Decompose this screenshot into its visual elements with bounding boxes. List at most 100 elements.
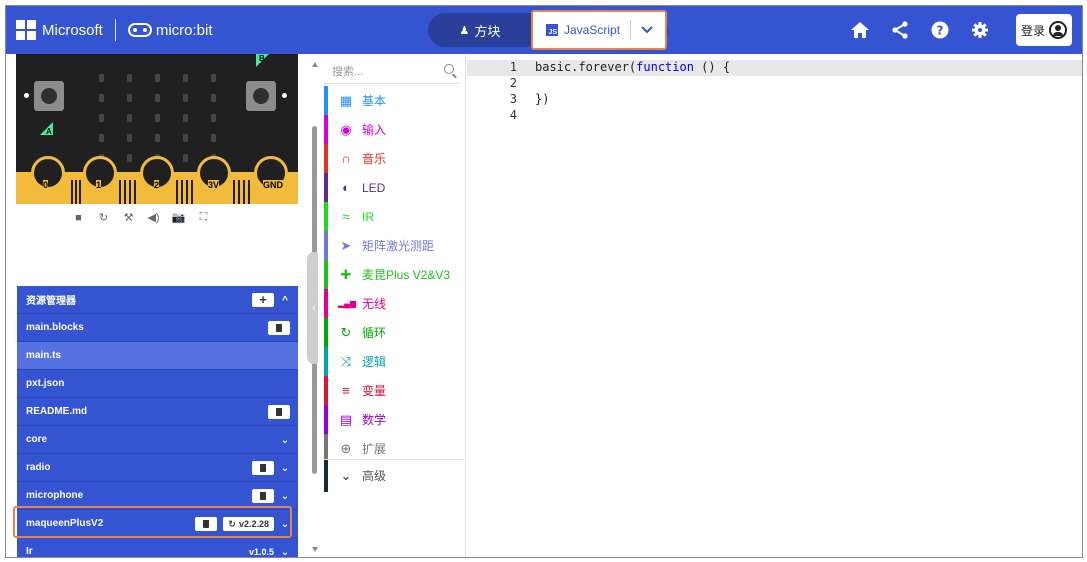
trash-icon[interactable] <box>195 517 218 531</box>
help-button[interactable]: ? <box>920 6 960 54</box>
trash-icon[interactable] <box>252 489 274 503</box>
explorer-header[interactable]: 资源管理器 + ^ <box>17 286 298 314</box>
chevron-up-icon[interactable]: ^ <box>280 295 290 306</box>
package-row[interactable]: maqueenPlusV2 ↻ v2.2.28 ⌄ <box>17 510 298 538</box>
file-name: main.ts <box>26 350 62 361</box>
toolbox-category[interactable]: ∩ 音乐 <box>324 144 466 173</box>
file-row[interactable]: main.ts <box>17 342 298 370</box>
button-a[interactable] <box>34 81 64 111</box>
chevron-down-icon[interactable]: ⌄ <box>280 463 290 474</box>
fullscreen-button[interactable]: ⛶ <box>191 211 216 224</box>
pin-contact <box>191 180 193 204</box>
microbit-simulator: A B 0 1 2 3V GND <box>16 54 298 204</box>
restart-button[interactable]: ↻ <box>91 211 116 224</box>
chevron-down-icon[interactable]: ⌄ <box>280 491 290 502</box>
category-color-bar <box>324 260 328 289</box>
wifi-icon: ≈ <box>342 209 350 224</box>
category-label: 输入 <box>362 123 387 137</box>
package-name: maqueenPlusV2 <box>26 518 104 529</box>
javascript-icon: JS <box>546 24 558 36</box>
category-color-bar <box>324 86 328 115</box>
board-dot <box>24 93 29 98</box>
toolbox-category[interactable]: ▦ 基本 <box>324 86 466 115</box>
language-dropdown-button[interactable] <box>630 15 664 45</box>
pin-strip: 0 1 2 3V GND <box>16 156 298 204</box>
package-name: core <box>26 434 48 445</box>
product-label: micro:bit <box>155 21 213 39</box>
tab-blocks[interactable]: ♟ 方块 <box>428 13 532 47</box>
package-row[interactable]: radio ⌄ <box>17 454 298 482</box>
pin-contact <box>238 180 240 204</box>
file-explorer: 资源管理器 + ^ main.blocks main.ts pxt.json R… <box>17 286 298 558</box>
microsoft-logo-icon <box>16 20 36 40</box>
home-button[interactable] <box>840 6 880 54</box>
toolbox-category[interactable]: ◐ LED <box>324 173 466 202</box>
microbit-logo-icon <box>127 23 152 37</box>
file-row[interactable]: main.blocks <box>17 314 298 342</box>
led-pixel <box>183 154 188 162</box>
category-color-bar <box>324 173 328 202</box>
logo-divider <box>114 19 116 41</box>
logo[interactable]: Microsoft micro:bit <box>16 18 213 42</box>
category-label: 数学 <box>362 413 387 427</box>
stop-button[interactable]: ■ <box>66 212 91 224</box>
led-pixel <box>155 74 160 82</box>
toolbox-category[interactable]: ➤ 矩阵激光测距 <box>324 231 466 260</box>
package-row[interactable]: core ⌄ <box>17 426 298 454</box>
trash-icon[interactable] <box>252 461 274 475</box>
toolbox-category[interactable]: ▂▄▆ 无线 <box>324 289 466 318</box>
toolbox-category[interactable]: ⤨ 逻辑 <box>324 347 466 376</box>
button-b[interactable] <box>246 81 276 111</box>
toolbox-category[interactable]: ⌄ 高级 <box>324 459 466 492</box>
scroll-up-icon[interactable] <box>312 62 318 67</box>
toolbox-category[interactable]: ≡ 变量 <box>324 376 466 405</box>
chevron-down-icon[interactable]: ⌄ <box>280 519 290 530</box>
led-pixel <box>127 114 132 122</box>
toolbox-category[interactable]: ↻ 循环 <box>324 318 466 347</box>
code-line[interactable]: 3}) <box>467 92 1082 108</box>
add-file-button[interactable]: + <box>252 293 274 307</box>
scroll-down-icon[interactable] <box>312 547 318 552</box>
app-window: Microsoft micro:bit ♟ 方块 JS JavaScript ?… <box>5 5 1083 558</box>
debug-button[interactable]: ⚒ <box>116 211 141 224</box>
home-icon <box>851 22 869 38</box>
toolbox-category[interactable]: ≈ IR <box>324 202 466 231</box>
chevron-down-icon[interactable]: ⌄ <box>280 435 290 446</box>
file-row[interactable]: README.md <box>17 398 298 426</box>
pin-contact <box>181 180 183 204</box>
toolbox-scrollbar[interactable] <box>311 56 320 556</box>
code-line[interactable]: 1 basic.forever(function () { <box>467 60 1082 76</box>
package-row[interactable]: Ir v1.0.5 ⌄ <box>17 538 298 558</box>
chevron-down-icon[interactable]: ⌄ <box>280 547 290 558</box>
led-pixel <box>127 134 132 142</box>
update-version-button[interactable]: ↻ v2.2.28 <box>223 517 274 531</box>
pin-contact <box>233 180 235 204</box>
toolbox-category[interactable]: ✚ 麦昆Plus V2&V3 <box>324 260 466 289</box>
search-input[interactable]: 搜索... <box>332 63 363 79</box>
tab-javascript[interactable]: JS JavaScript <box>536 15 630 45</box>
code-line[interactable]: 2 <box>467 76 1082 92</box>
settings-button[interactable] <box>960 6 1000 54</box>
screenshot-button[interactable]: 📷 <box>166 211 191 224</box>
toolbox-category[interactable]: ◉ 输入 <box>324 115 466 144</box>
category-color-bar <box>324 289 328 318</box>
code-editor[interactable]: 1 basic.forever(function () {2 3}) 4 <box>467 54 1082 557</box>
package-row[interactable]: microphone ⌄ <box>17 482 298 510</box>
package-name: Ir <box>26 546 33 557</box>
login-button[interactable]: 登录 <box>1016 14 1072 46</box>
mute-button[interactable]: ◀) <box>141 211 166 224</box>
toolbox-category[interactable]: ▤ 数学 <box>324 405 466 434</box>
toolbox-search[interactable]: 搜索... <box>324 58 460 84</box>
add-circle-icon: ⊕ <box>340 440 352 456</box>
package-name: microphone <box>26 490 84 501</box>
code-line[interactable]: 4 <box>467 108 1082 124</box>
pin-contact <box>186 180 188 204</box>
simulator-panel: A B 0 1 2 3V GND ■ ↻ ⚒ ◀) 📷 ⛶ 资源管理器 + ^ … <box>6 54 309 558</box>
file-row[interactable]: pxt.json <box>17 370 298 398</box>
trash-icon[interactable] <box>268 405 290 419</box>
code-text: basic.forever(function () { <box>535 60 731 74</box>
share-button[interactable] <box>880 6 920 54</box>
user-icon <box>1049 21 1067 39</box>
shuffle-icon: ⤨ <box>340 353 352 369</box>
trash-icon[interactable] <box>268 321 290 335</box>
